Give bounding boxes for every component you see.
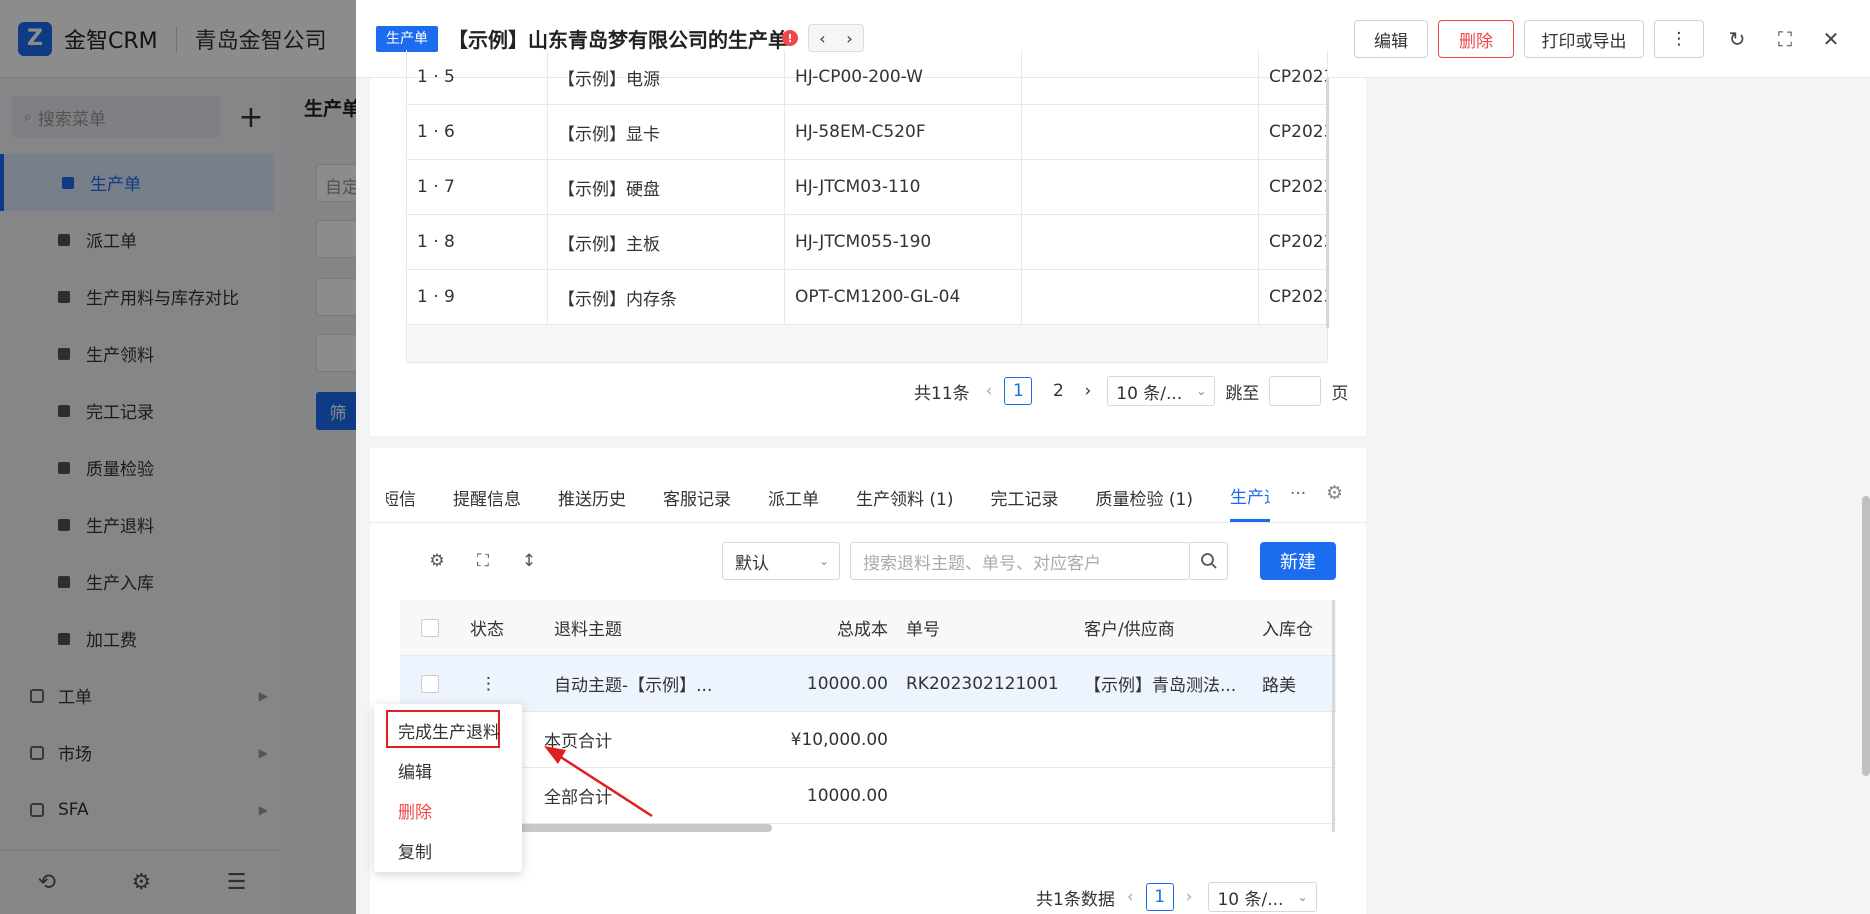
tab-completion[interactable]: 完工记录 <box>990 472 1058 522</box>
chevron-left-icon[interactable]: ‹ <box>986 381 993 401</box>
table-row[interactable]: 1 · 9 【示例】内存条 OPT-CM1200-GL-04 CP2023( <box>406 270 1328 325</box>
view-select[interactable]: 默认 ⌄ <box>722 542 840 580</box>
chevron-down-icon: ⌄ <box>818 554 829 568</box>
product-table: 1 · 5 【示例】电源 HJ-CP00-200-W CP2023( 1 · 6… <box>406 50 1328 363</box>
page-scrollbar[interactable] <box>1862 496 1870 776</box>
summary-row-all: 全部合计 10000.00 <box>400 768 1336 824</box>
settings-icon[interactable]: ⚙ <box>426 550 448 572</box>
gear-icon[interactable]: ⚙ <box>1326 482 1343 504</box>
horizontal-scrollbar[interactable] <box>500 824 772 832</box>
search-button[interactable] <box>1190 542 1228 580</box>
table-scrollbar[interactable] <box>1326 78 1329 328</box>
more-tabs-icon[interactable]: ··· <box>1290 484 1306 504</box>
summary-label: 全部合计 <box>544 788 612 808</box>
chevron-down-icon: ⌄ <box>1196 384 1207 398</box>
tab-push-history[interactable]: 推送历史 <box>558 472 626 522</box>
new-button[interactable]: 新建 <box>1260 542 1336 580</box>
total-count: 共11条 <box>914 383 970 404</box>
chevron-right-icon[interactable]: › <box>1084 381 1091 401</box>
total-count: 共1条数据 <box>1036 889 1115 910</box>
order-number: RK202302121001 <box>906 673 1059 694</box>
table-row[interactable]: 1 · 7 【示例】硬盘 HJ-JTCM03-110 CP2023( <box>406 160 1328 215</box>
header-overlap <box>356 0 1870 78</box>
product-pagination: 共11条 ‹ 1 2 › 10 条/... ⌄ 跳至 页 <box>914 376 1348 406</box>
summary-row-page: 本页合计 ¥10,000.00 <box>400 712 1336 768</box>
chevron-left-icon[interactable]: ‹ <box>1127 887 1134 907</box>
menu-item-complete-return[interactable]: 完成生产退料 <box>398 718 500 743</box>
search-icon <box>1200 553 1217 569</box>
tab-reminders[interactable]: 提醒信息 <box>453 472 521 522</box>
tab-material-return[interactable]: 生产退料 <box>1229 472 1270 522</box>
column-header[interactable]: 单号 <box>896 600 1074 655</box>
page-number[interactable]: 1 <box>1004 377 1033 405</box>
row-context-menu: 完成生产退料 编辑 删除 复制 <box>374 704 522 872</box>
sort-vertical-icon[interactable]: ↕ <box>518 550 540 572</box>
table-header: 状态 退料主题 总成本 单号 客户/供应商 入库仓 <box>400 600 1336 656</box>
column-header[interactable]: 客户/供应商 <box>1074 600 1252 655</box>
summary-value: 10000.00 <box>806 785 888 806</box>
row-actions-icon[interactable]: ⋮ <box>460 656 544 711</box>
tab-dispatch[interactable]: 派工单 <box>768 472 819 522</box>
page-size-select[interactable]: 10 条/... ⌄ <box>1208 882 1317 912</box>
table-row[interactable]: 1 · 8 【示例】主板 HJ-JTCM055-190 CP2023( <box>406 215 1328 270</box>
column-header[interactable]: 退料主题 <box>544 600 720 655</box>
column-header[interactable]: 状态 <box>460 600 544 655</box>
select-all-checkbox[interactable] <box>421 618 439 637</box>
jump-label: 跳至 <box>1225 383 1260 404</box>
table-row[interactable]: ⋮ 自动主题-【示例】... 10000.00 RK202302121001 【… <box>400 656 1336 712</box>
warehouse-link[interactable]: 路美 <box>1252 656 1336 711</box>
return-subject-link[interactable]: 自动主题-【示例】... <box>544 656 720 711</box>
chevron-right-icon[interactable]: › <box>1186 887 1193 907</box>
return-search-input[interactable]: 搜索退料主题、单号、对应客户 <box>850 542 1190 580</box>
menu-item-delete[interactable]: 删除 <box>398 798 432 823</box>
jump-page-input[interactable] <box>1269 376 1322 406</box>
return-table: 状态 退料主题 总成本 单号 客户/供应商 入库仓 ⋮ 自动主题-【示例】...… <box>400 600 1336 824</box>
menu-item-edit[interactable]: 编辑 <box>398 758 432 783</box>
page-number[interactable]: 1 <box>1145 883 1174 911</box>
chevron-down-icon: ⌄ <box>1297 890 1308 904</box>
expand-icon[interactable]: ⛶ <box>472 550 494 572</box>
column-header[interactable]: 入库仓 <box>1252 600 1336 655</box>
tab-quality[interactable]: 质量检验 (1) <box>1095 472 1192 522</box>
return-pagination: 共1条数据 ‹ 1 › 10 条/... ⌄ <box>1036 882 1327 912</box>
row-checkbox[interactable] <box>421 674 439 693</box>
page-number[interactable]: 2 <box>1044 377 1072 405</box>
total-cost: 10000.00 <box>806 673 888 694</box>
page-size-select[interactable]: 10 条/... ⌄ <box>1107 376 1216 406</box>
tab-sms[interactable]: 短信 <box>386 472 416 522</box>
summary-value: ¥10,000.00 <box>790 729 888 750</box>
tab-material-pick[interactable]: 生产领料 (1) <box>856 472 953 522</box>
app-root: Z 金智CRM 青岛金智公司 ⌕ 搜索菜单 + 生产单 派工单 生产用料与库存对… <box>0 0 1870 914</box>
related-tabs: 短信 提醒信息 推送历史 客服记录 派工单 生产领料 (1) 完工记录 质量检验… <box>386 472 1270 522</box>
customer-link[interactable]: 【示例】青岛测法... <box>1074 656 1252 711</box>
summary-label: 本页合计 <box>544 732 612 752</box>
table-row[interactable]: 1 · 6 【示例】显卡 HJ-58EM-C520F CP2023( <box>406 105 1328 160</box>
page-unit: 页 <box>1331 383 1349 404</box>
table-scroll-area <box>406 325 1328 363</box>
divider <box>370 522 1366 523</box>
column-header[interactable]: 总成本 <box>720 600 896 655</box>
menu-item-copy[interactable]: 复制 <box>398 838 432 863</box>
tab-service-records[interactable]: 客服记录 <box>663 472 731 522</box>
table-scrollbar[interactable] <box>1332 600 1335 832</box>
